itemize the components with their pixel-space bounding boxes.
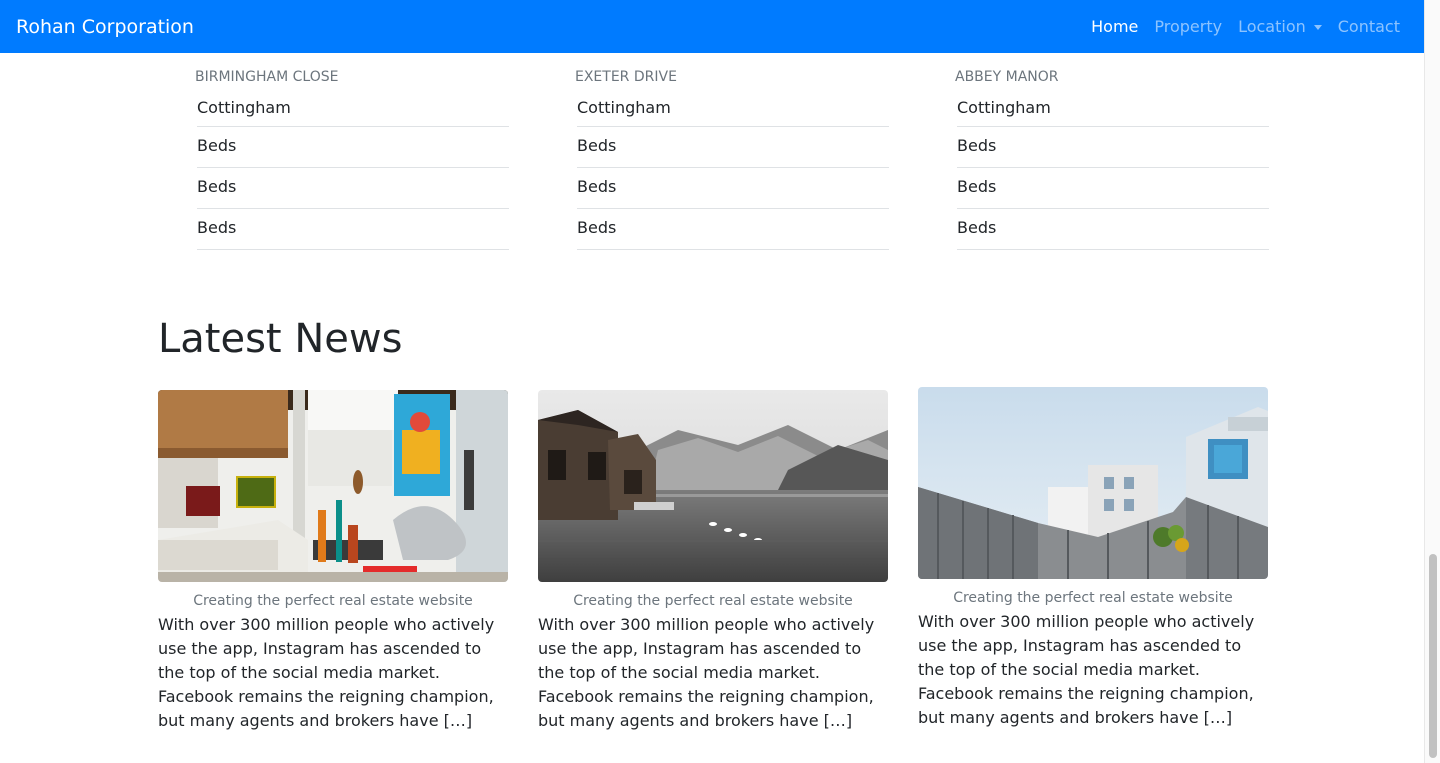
list-item: Cottingham [197, 91, 509, 127]
news-caption: Creating the perfect real estate website [953, 590, 1233, 606]
list-item: Beds [957, 209, 1269, 250]
nav-links: Home Property Location Contact [1083, 17, 1408, 36]
news-excerpt: With over 300 million people who activel… [158, 615, 495, 730]
list-item: Beds [197, 127, 509, 168]
list-item: Beds [957, 127, 1269, 168]
news-image-lake[interactable] [538, 390, 888, 582]
latest-news-heading: Latest News [158, 316, 403, 362]
list-item: Beds [577, 127, 889, 168]
news-card[interactable]: Creating the perfect real estate website… [918, 387, 1268, 730]
list-item: Beds [577, 209, 889, 250]
news-caption: Creating the perfect real estate website [193, 593, 473, 609]
scrollbar-thumb[interactable] [1429, 554, 1437, 758]
nav-dropdown-location[interactable]: Location [1230, 17, 1330, 36]
nav-link-home[interactable]: Home [1083, 17, 1146, 36]
chevron-down-icon [1313, 25, 1322, 30]
property-heading: BIRMINGHAM CLOSE [195, 69, 339, 85]
top-navbar: Rohan Corporation Home Property Location… [0, 0, 1424, 53]
nav-link-property[interactable]: Property [1146, 17, 1230, 36]
news-caption: Creating the perfect real estate website [573, 593, 853, 609]
list-item: Beds [197, 168, 509, 209]
property-list: Cottingham Beds Beds Beds [957, 91, 1269, 250]
list-item: Beds [957, 168, 1269, 209]
news-image-buildings[interactable] [918, 387, 1268, 579]
page-scrollbar[interactable] [1424, 0, 1440, 763]
property-column-birmingham-close: BIRMINGHAM CLOSE Cottingham Beds Beds Be… [195, 69, 509, 250]
news-card[interactable]: Creating the perfect real estate website… [538, 390, 888, 733]
property-heading: EXETER DRIVE [575, 69, 677, 85]
list-item: Cottingham [577, 91, 889, 127]
brand-link[interactable]: Rohan Corporation [16, 16, 194, 38]
property-column-abbey-manor: ABBEY MANOR Cottingham Beds Beds Beds [955, 69, 1269, 250]
property-list: Cottingham Beds Beds Beds [577, 91, 889, 250]
nav-link-contact[interactable]: Contact [1330, 17, 1408, 36]
news-image-interior[interactable] [158, 390, 508, 582]
list-item: Beds [577, 168, 889, 209]
nav-link-location-label: Location [1238, 17, 1306, 36]
property-list: Cottingham Beds Beds Beds [197, 91, 509, 250]
news-excerpt: With over 300 million people who activel… [538, 615, 875, 730]
news-card[interactable]: Creating the perfect real estate website… [158, 390, 508, 733]
list-item: Cottingham [957, 91, 1269, 127]
property-column-exeter-drive: EXETER DRIVE Cottingham Beds Beds Beds [575, 69, 889, 250]
property-heading: ABBEY MANOR [955, 69, 1059, 85]
list-item: Beds [197, 209, 509, 250]
news-excerpt: With over 300 million people who activel… [918, 612, 1255, 727]
